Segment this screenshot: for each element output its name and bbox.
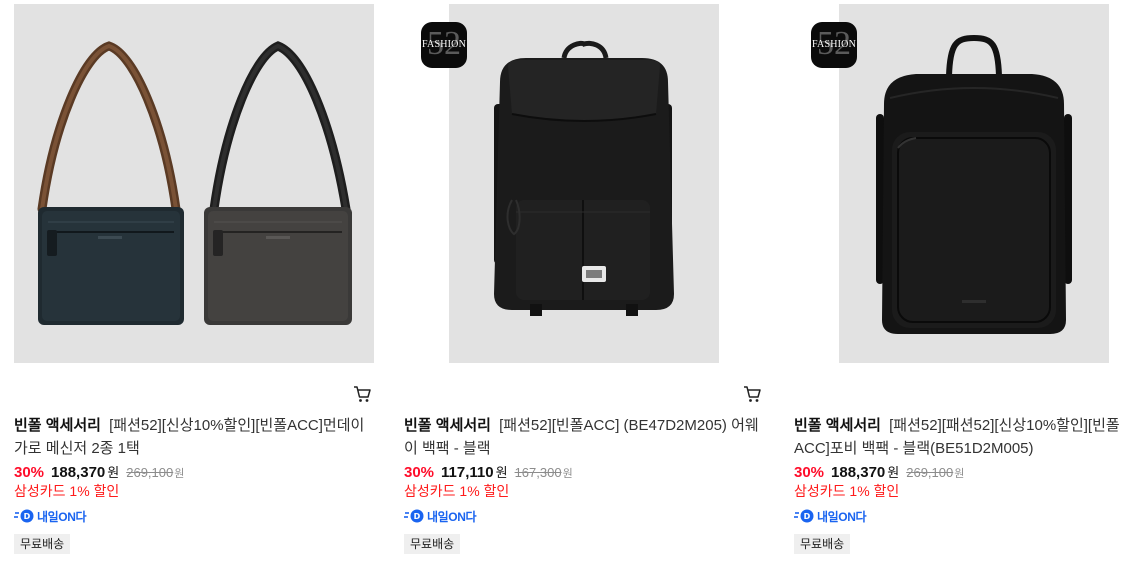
product-card[interactable]: 52 FASHION 빈폴 액세서리 [패션52][빈폴ACC] (BE47D2…: [404, 0, 764, 571]
original-currency-unit: 원: [954, 468, 965, 480]
original-currency-unit: 원: [562, 468, 573, 480]
product-title[interactable]: 빈폴 액세서리 [패션52][패션52][신상10%할인][빈폴ACC]포비 백…: [794, 414, 1124, 460]
free-shipping-tag: 무료배송: [14, 534, 71, 554]
add-to-cart-button[interactable]: [742, 384, 762, 404]
price-row: 30% 188,370 원 269,100 원: [14, 462, 184, 482]
delivery-label: 내일ON다: [37, 509, 87, 524]
free-shipping-tag: 무료배송: [404, 534, 461, 554]
product-title[interactable]: 빈폴 액세서리 [패션52][빈폴ACC] (BE47D2M205) 어웨이 백…: [404, 414, 764, 460]
card-discount-promo: 삼성카드 1% 할인: [794, 483, 900, 499]
fashion52-badge: 52 FASHION: [421, 22, 467, 68]
currency-unit: 원: [495, 465, 508, 480]
currency-unit: 원: [887, 465, 900, 480]
cart-icon: [744, 386, 761, 402]
free-shipping-tag: 무료배송: [794, 534, 851, 554]
card-discount-promo: 삼성카드 1% 할인: [404, 483, 510, 499]
original-currency-unit: 원: [174, 468, 185, 480]
next-day-delivery-badge: D 내일ON다: [14, 507, 87, 525]
sale-price: 188,370: [51, 464, 106, 481]
svg-text:D: D: [414, 512, 421, 521]
discount-rate: 30%: [794, 464, 825, 481]
sale-price: 188,370: [831, 464, 886, 481]
svg-text:D: D: [24, 512, 31, 521]
price-row: 30% 117,110 원 167,300 원: [404, 462, 573, 482]
brand-name: 빈폴 액세서리: [14, 417, 101, 434]
product-image[interactable]: [14, 4, 374, 363]
sale-price: 117,110: [441, 464, 494, 481]
price-row: 30% 188,370 원 269,100 원: [794, 462, 964, 482]
product-title[interactable]: 빈폴 액세서리 [패션52][신상10%할인][빈폴ACC]먼데이가로 메신저 …: [14, 414, 374, 460]
next-day-delivery-badge: D 내일ON다: [794, 507, 867, 525]
original-price: 269,100: [906, 465, 954, 480]
brand-name: 빈폴 액세서리: [404, 417, 491, 434]
delivery-label: 내일ON다: [427, 509, 477, 524]
next-day-delivery-badge: D 내일ON다: [404, 507, 477, 525]
card-discount-promo: 삼성카드 1% 할인: [14, 483, 120, 499]
product-card[interactable]: 빈폴 액세서리 [패션52][신상10%할인][빈폴ACC]먼데이가로 메신저 …: [14, 0, 374, 571]
currency-unit: 원: [107, 465, 120, 480]
delivery-truck-icon: D: [14, 509, 34, 523]
discount-rate: 30%: [404, 464, 435, 481]
cart-icon: [354, 386, 371, 402]
badge-text: FASHION: [812, 39, 856, 50]
original-price: 167,300: [514, 465, 562, 480]
svg-text:D: D: [804, 512, 811, 521]
brand-name: 빈폴 액세서리: [794, 417, 881, 434]
delivery-label: 내일ON다: [817, 509, 867, 524]
product-image[interactable]: 52 FASHION: [404, 4, 764, 363]
add-to-cart-button[interactable]: [352, 384, 372, 404]
product-image[interactable]: 52 FASHION: [794, 4, 1124, 363]
discount-rate: 30%: [14, 464, 45, 481]
fashion52-badge: 52 FASHION: [811, 22, 857, 68]
messenger-bags-illustration: [37, 41, 352, 325]
original-price: 269,100: [126, 465, 174, 480]
product-card[interactable]: 52 FASHION 빈폴 액세서리 [패션52][패션52][신상10%할인]…: [794, 0, 1124, 571]
delivery-truck-icon: D: [404, 509, 424, 523]
badge-text: FASHION: [422, 39, 466, 50]
delivery-truck-icon: D: [794, 509, 814, 523]
